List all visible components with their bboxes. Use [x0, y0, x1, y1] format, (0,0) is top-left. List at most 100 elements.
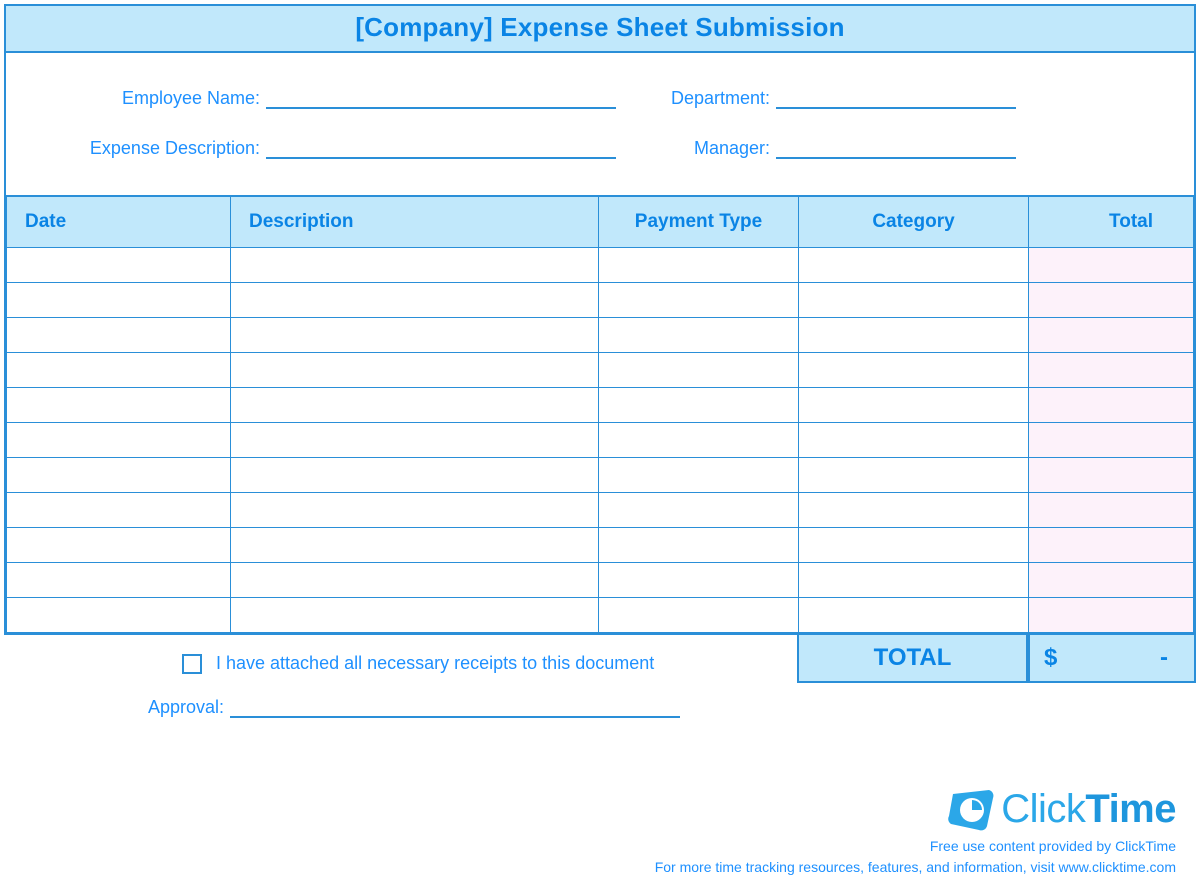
approval-row: Approval: — [122, 696, 797, 718]
cell-date[interactable] — [7, 528, 231, 563]
brand-text-part2: Time — [1085, 787, 1176, 831]
cell-description[interactable] — [231, 563, 599, 598]
cell-total[interactable] — [1029, 248, 1194, 283]
table-row — [7, 388, 1194, 423]
expense-sheet: [Company] Expense Sheet Submission Emplo… — [4, 4, 1196, 635]
brand-logo: ClickTime — [655, 787, 1176, 832]
grand-total-amount: - — [1160, 644, 1168, 672]
brand-text-part1: Click — [1001, 787, 1085, 831]
table-row — [7, 423, 1194, 458]
col-header-category: Category — [799, 196, 1029, 248]
cell-total[interactable] — [1029, 563, 1194, 598]
table-row — [7, 318, 1194, 353]
cell-date[interactable] — [7, 493, 231, 528]
cell-payment_type[interactable] — [599, 458, 799, 493]
expense-description-field[interactable] — [266, 137, 616, 159]
cell-category[interactable] — [799, 248, 1029, 283]
cell-description[interactable] — [231, 598, 599, 633]
below-table-area: I have attached all necessary receipts t… — [4, 635, 1196, 718]
cell-payment_type[interactable] — [599, 318, 799, 353]
cell-date[interactable] — [7, 283, 231, 318]
footer-line-1: Free use content provided by ClickTime — [655, 836, 1176, 857]
table-row — [7, 458, 1194, 493]
cell-date[interactable] — [7, 458, 231, 493]
cell-category[interactable] — [799, 563, 1029, 598]
cell-date[interactable] — [7, 248, 231, 283]
cell-payment_type[interactable] — [599, 353, 799, 388]
employee-name-field[interactable] — [266, 87, 616, 109]
info-row-2: Expense Description: Manager: — [46, 137, 1154, 159]
cell-date[interactable] — [7, 423, 231, 458]
table-row — [7, 248, 1194, 283]
cell-category[interactable] — [799, 458, 1029, 493]
cell-description[interactable] — [231, 318, 599, 353]
cell-category[interactable] — [799, 353, 1029, 388]
col-header-date: Date — [7, 196, 231, 248]
brand-text: ClickTime — [1001, 787, 1176, 832]
cell-total[interactable] — [1029, 598, 1194, 633]
receipts-checkbox[interactable] — [182, 654, 202, 674]
cell-category[interactable] — [799, 423, 1029, 458]
cell-payment_type[interactable] — [599, 423, 799, 458]
col-header-description: Description — [231, 196, 599, 248]
cell-description[interactable] — [231, 528, 599, 563]
approval-field[interactable] — [230, 696, 680, 718]
grand-total-currency: $ — [1044, 644, 1057, 672]
cell-total[interactable] — [1029, 493, 1194, 528]
cell-date[interactable] — [7, 353, 231, 388]
approval-label: Approval: — [122, 697, 230, 718]
cell-total[interactable] — [1029, 318, 1194, 353]
cell-description[interactable] — [231, 458, 599, 493]
cell-description[interactable] — [231, 388, 599, 423]
info-row-1: Employee Name: Department: — [46, 87, 1154, 109]
cell-payment_type[interactable] — [599, 388, 799, 423]
cell-payment_type[interactable] — [599, 598, 799, 633]
receipt-confirmation-row: I have attached all necessary receipts t… — [182, 653, 797, 674]
clock-icon — [947, 788, 995, 832]
cell-total[interactable] — [1029, 528, 1194, 563]
cell-category[interactable] — [799, 528, 1029, 563]
table-header-row: Date Description Payment Type Category T… — [7, 196, 1194, 248]
department-label: Department: — [616, 88, 776, 109]
expense-table: Date Description Payment Type Category T… — [6, 195, 1194, 633]
cell-date[interactable] — [7, 388, 231, 423]
manager-field[interactable] — [776, 137, 1016, 159]
cell-category[interactable] — [799, 283, 1029, 318]
manager-label: Manager: — [616, 138, 776, 159]
footer: ClickTime Free use content provided by C… — [655, 787, 1176, 878]
expense-description-label: Expense Description: — [46, 138, 266, 159]
cell-payment_type[interactable] — [599, 528, 799, 563]
cell-payment_type[interactable] — [599, 248, 799, 283]
cell-total[interactable] — [1029, 283, 1194, 318]
table-row — [7, 283, 1194, 318]
cell-description[interactable] — [231, 283, 599, 318]
title-bar: [Company] Expense Sheet Submission — [6, 6, 1194, 53]
col-header-payment-type: Payment Type — [599, 196, 799, 248]
cell-payment_type[interactable] — [599, 563, 799, 598]
cell-description[interactable] — [231, 493, 599, 528]
cell-date[interactable] — [7, 318, 231, 353]
page-title: [Company] Expense Sheet Submission — [6, 12, 1194, 43]
cell-date[interactable] — [7, 563, 231, 598]
cell-total[interactable] — [1029, 388, 1194, 423]
info-area: Employee Name: Department: Expense Descr… — [6, 53, 1194, 195]
cell-total[interactable] — [1029, 458, 1194, 493]
cell-category[interactable] — [799, 493, 1029, 528]
cell-description[interactable] — [231, 423, 599, 458]
cell-category[interactable] — [799, 318, 1029, 353]
department-field[interactable] — [776, 87, 1016, 109]
table-row — [7, 563, 1194, 598]
cell-total[interactable] — [1029, 353, 1194, 388]
grand-total-value: $ - — [1028, 635, 1196, 683]
cell-description[interactable] — [231, 353, 599, 388]
col-header-total: Total — [1029, 196, 1194, 248]
cell-payment_type[interactable] — [599, 283, 799, 318]
cell-category[interactable] — [799, 388, 1029, 423]
cell-payment_type[interactable] — [599, 493, 799, 528]
cell-description[interactable] — [231, 248, 599, 283]
cell-date[interactable] — [7, 598, 231, 633]
employee-name-label: Employee Name: — [46, 88, 266, 109]
cell-total[interactable] — [1029, 423, 1194, 458]
footer-line-2: For more time tracking resources, featur… — [655, 857, 1176, 878]
cell-category[interactable] — [799, 598, 1029, 633]
